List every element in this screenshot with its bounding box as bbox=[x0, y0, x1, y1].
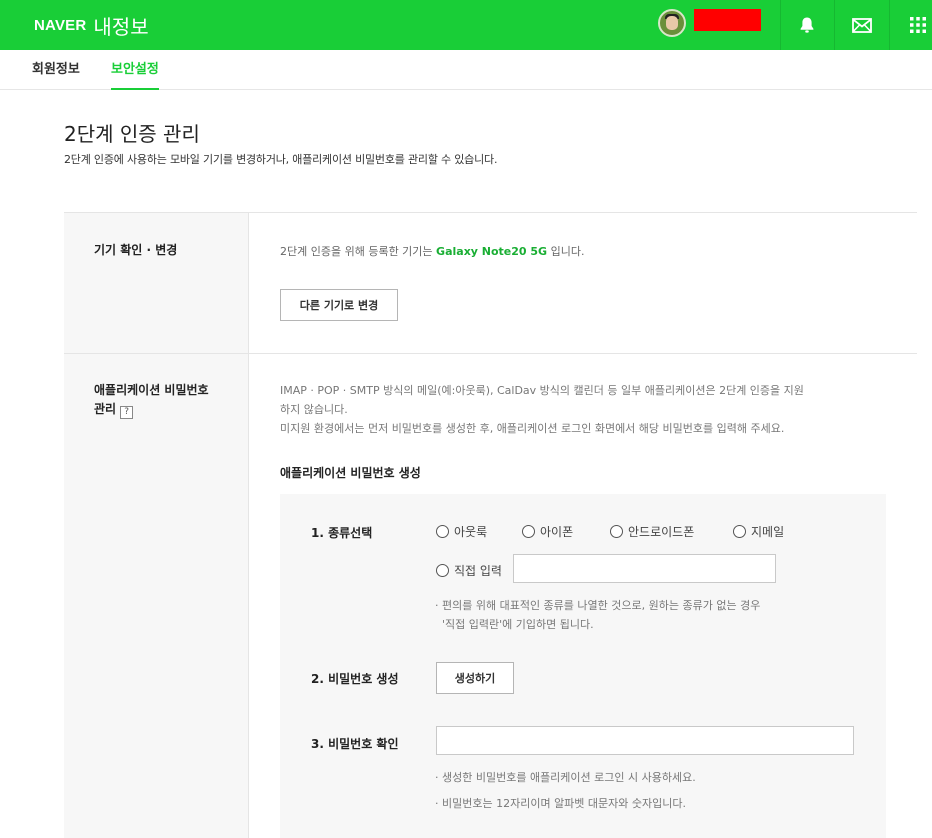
naver-logo[interactable]: NAVER bbox=[34, 17, 86, 34]
radio-custom-label: 직접 입력 bbox=[454, 564, 502, 578]
device-text-after: 입니다. bbox=[547, 245, 585, 258]
username-redacted[interactable]: 사용자 bbox=[694, 9, 761, 31]
app-password-desc-line1: IMAP · POP · SMTP 방식의 메일(예:아웃룩), CalDav … bbox=[280, 384, 804, 397]
radio-android[interactable]: 안드로이드폰 bbox=[610, 523, 694, 540]
radio-circle-icon[interactable] bbox=[733, 525, 746, 538]
app-password-desc-line2: 하지 않습니다. bbox=[280, 403, 348, 416]
bell-icon bbox=[800, 17, 814, 33]
device-info: 2단계 인증을 위해 등록한 기기는 Galaxy Note20 5G 입니다. bbox=[280, 243, 584, 259]
custom-type-input[interactable] bbox=[513, 554, 776, 583]
step2-label: 2. 비밀번호 생성 bbox=[311, 672, 399, 686]
app-password-heading-line1: 애플리케이션 비밀번호 bbox=[94, 383, 209, 397]
sub-navigation: 회원정보 보안설정 bbox=[0, 50, 932, 90]
radio-outlook[interactable]: 아웃룩 bbox=[436, 523, 487, 540]
help-icon[interactable]: ? bbox=[120, 406, 134, 419]
row-divider bbox=[64, 353, 917, 354]
radio-android-label: 안드로이드폰 bbox=[628, 525, 695, 539]
radio-iphone-label: 아이폰 bbox=[540, 525, 574, 539]
generate-password-button[interactable]: 생성하기 bbox=[436, 662, 514, 694]
radio-gmail-label: 지메일 bbox=[751, 525, 785, 539]
top-separator bbox=[889, 0, 890, 50]
brand-logo[interactable]: NAVER 내정보 bbox=[34, 0, 149, 50]
step1-label: 1. 종류선택 bbox=[311, 526, 373, 540]
change-device-button[interactable]: 다른 기기로 변경 bbox=[280, 289, 398, 321]
avatar-face bbox=[666, 16, 678, 30]
app-password-desc-line3: 미지원 환경에서는 먼저 비밀번호를 생성한 후, 애플리케이션 로그인 화면에… bbox=[280, 422, 785, 435]
radio-iphone[interactable]: 아이폰 bbox=[522, 523, 573, 540]
tab-security-settings[interactable]: 보안설정 bbox=[111, 50, 159, 90]
generation-title: 애플리케이션 비밀번호 생성 bbox=[280, 466, 421, 480]
device-heading: 기기 확인 · 변경 bbox=[94, 243, 178, 257]
app-password-heading-line2: 관리? bbox=[94, 400, 209, 419]
radio-circle-icon[interactable] bbox=[522, 525, 535, 538]
page-title: 2단계 인증 관리 bbox=[64, 122, 200, 146]
service-title[interactable]: 내정보 bbox=[93, 11, 148, 40]
radio-circle-icon[interactable] bbox=[436, 525, 449, 538]
radio-outlook-label: 아웃룩 bbox=[454, 525, 488, 539]
password-confirm-field[interactable] bbox=[436, 726, 854, 755]
avatar[interactable] bbox=[658, 9, 686, 37]
step1-note-line1: · 편의를 위해 대표적인 종류를 나열한 것으로, 원하는 종류가 없는 경우 bbox=[435, 599, 761, 612]
device-text-before: 2단계 인증을 위해 등록한 기기는 bbox=[280, 245, 437, 258]
step3-note-line2: · 비밀번호는 12자리이며 알파벳 대문자와 숫자입니다. bbox=[435, 797, 686, 810]
step3-note-line1: · 생성한 비밀번호를 애플리케이션 로그인 시 사용하세요. bbox=[435, 771, 696, 784]
device-name: Galaxy Note20 5G bbox=[436, 245, 548, 258]
apps-grid-icon bbox=[910, 17, 926, 33]
settings-table: 기기 확인 · 변경 2단계 인증을 위해 등록한 기기는 Galaxy Not… bbox=[64, 212, 917, 838]
step1-note-line2: '직접 입력란'에 기입하면 됩니다. bbox=[442, 618, 594, 631]
page-description: 2단계 인증에 사용하는 모바일 기기를 변경하거나, 애플리케이션 비밀번호를… bbox=[64, 153, 498, 166]
step3-label: 3. 비밀번호 확인 bbox=[311, 737, 399, 751]
mail-icon bbox=[852, 17, 872, 33]
notification-button[interactable] bbox=[787, 0, 827, 50]
tab-member-info[interactable]: 회원정보 bbox=[32, 50, 80, 90]
radio-gmail[interactable]: 지메일 bbox=[733, 523, 784, 540]
top-separator bbox=[834, 0, 835, 50]
app-password-heading-text: 관리 bbox=[94, 402, 117, 416]
top-bar: NAVER 내정보 사용자 bbox=[0, 0, 932, 50]
radio-custom[interactable]: 직접 입력 bbox=[436, 562, 502, 579]
label-column bbox=[64, 213, 249, 838]
apps-button[interactable] bbox=[898, 0, 932, 50]
radio-circle-icon[interactable] bbox=[610, 525, 623, 538]
app-password-heading: 애플리케이션 비밀번호 관리? bbox=[94, 381, 209, 419]
generation-panel: 1. 종류선택 아웃룩 아이폰 안드로이드폰 지메일 직접 입력 · 편의를 위… bbox=[280, 494, 886, 838]
top-separator bbox=[780, 0, 781, 50]
radio-circle-icon[interactable] bbox=[436, 564, 449, 577]
mail-button[interactable] bbox=[842, 0, 882, 50]
